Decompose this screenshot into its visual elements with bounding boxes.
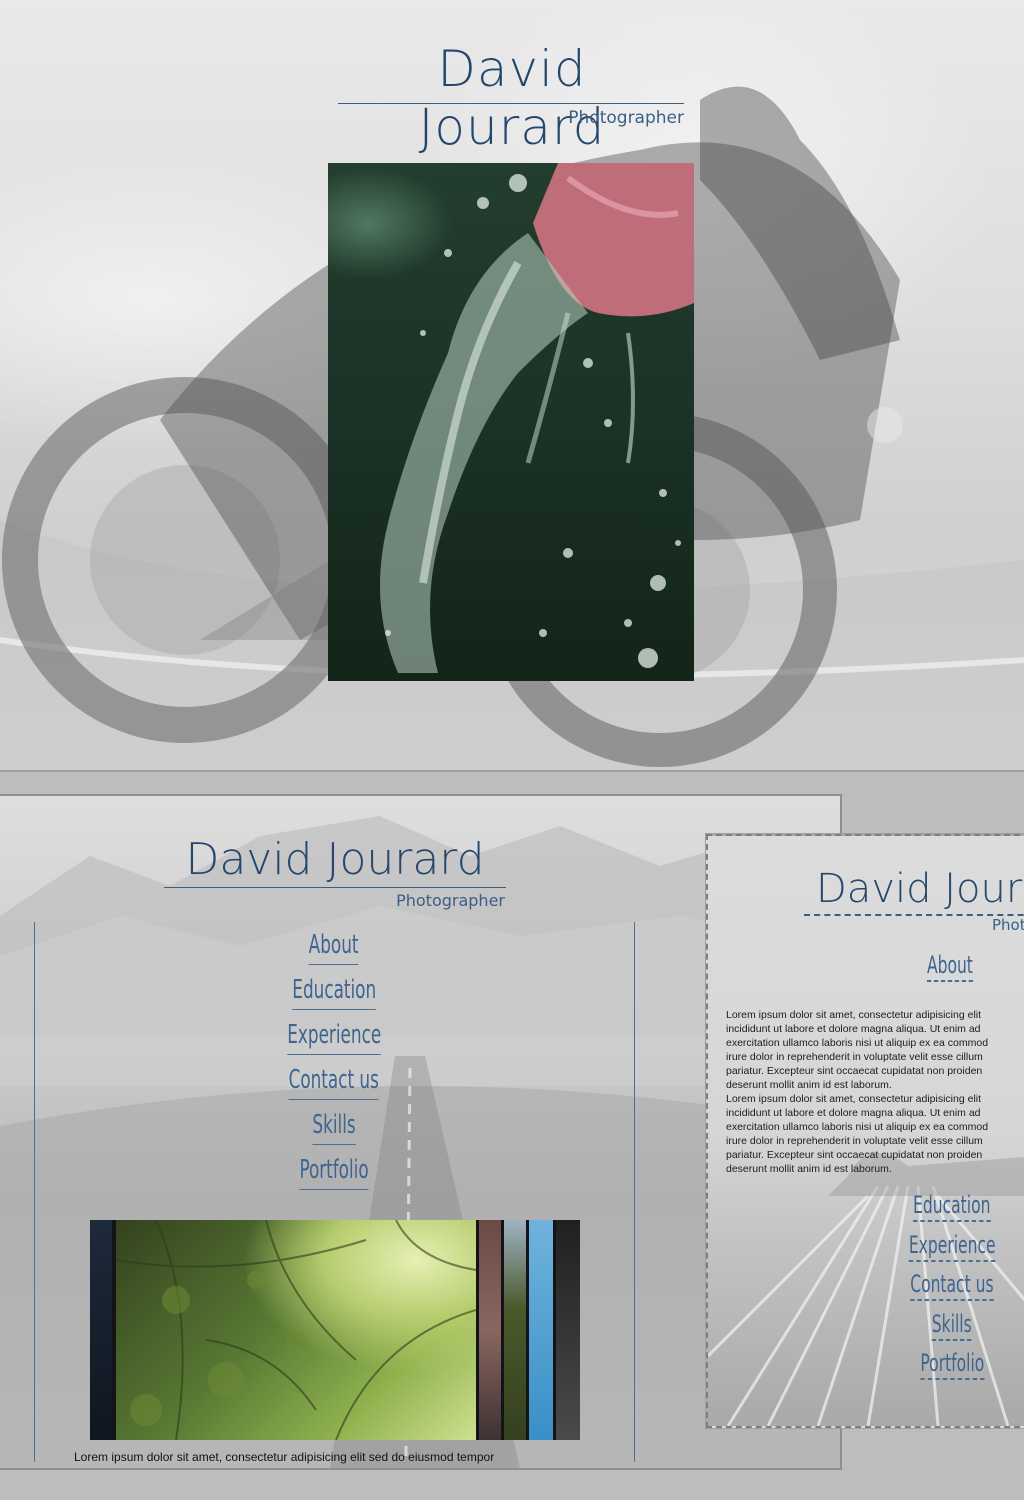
nav-item-skills[interactable]: Skills xyxy=(872,1309,1024,1349)
site-subtitle: Photographer xyxy=(568,108,684,128)
nav-link-skills[interactable]: Skills xyxy=(312,1108,356,1145)
body-line: Lorem ipsum dolor sit amet, consectetur … xyxy=(726,1009,982,1021)
site-title: David Jourard xyxy=(418,40,606,156)
body-line: incididunt ut labore et dolore magna ali… xyxy=(726,1107,981,1119)
nav-item-experience[interactable]: Experience xyxy=(234,1018,434,1063)
site-title: David Joura xyxy=(816,866,1024,912)
about-text: Lorem ipsum dolor sit amet, consectetur … xyxy=(726,1008,1024,1176)
nav-link-education[interactable]: Education xyxy=(913,1190,991,1222)
nav-link-about[interactable]: About xyxy=(309,928,359,965)
body-line: pariatur. Excepteur sint occaecat cupida… xyxy=(726,1065,983,1077)
nav-link-contact[interactable]: Contact us xyxy=(910,1269,994,1301)
body-line: deserunt mollit anim id est laborum. xyxy=(726,1163,892,1175)
nav-link-education[interactable]: Education xyxy=(292,973,376,1010)
nav-item-portfolio[interactable]: Portfolio xyxy=(872,1348,1024,1388)
title-underline xyxy=(338,103,684,104)
nav-link-portfolio[interactable]: Portfolio xyxy=(920,1348,984,1380)
forest-branches-image xyxy=(115,1219,477,1441)
gallery-thumbnail[interactable] xyxy=(556,1220,580,1440)
nav-link-contact[interactable]: Contact us xyxy=(288,1063,380,1100)
gallery-thumbnail[interactable] xyxy=(529,1220,553,1440)
gallery-main-photo[interactable] xyxy=(115,1219,477,1441)
nav-link-experience[interactable]: Experience xyxy=(287,1018,381,1055)
nav-link-experience[interactable]: Experience xyxy=(908,1230,996,1262)
body-line: pariatur. Excepteur sint occaecat cupida… xyxy=(726,1149,983,1161)
body-line: deserunt mollit anim id est laborum. xyxy=(726,1079,892,1091)
hero-mockup: David Jourard Photographer xyxy=(0,0,1024,772)
water-splash-photo xyxy=(328,163,694,681)
nav-item-about[interactable]: About xyxy=(870,950,1024,982)
nav-item-experience[interactable]: Experience xyxy=(872,1230,1024,1270)
body-line: Lorem ipsum dolor sit amet, consectetur … xyxy=(726,1093,982,1105)
site-subtitle: Photographer xyxy=(396,891,505,910)
nav-link-portfolio[interactable]: Portfolio xyxy=(299,1153,369,1190)
water-splash-image xyxy=(380,163,694,673)
body-line: irure dolor in reprehenderit in voluptat… xyxy=(726,1051,983,1063)
nav-item-education[interactable]: Education xyxy=(872,1190,1024,1230)
right-divider-line xyxy=(634,922,635,1462)
main-nav: About Education Experience Contact us Sk… xyxy=(234,928,434,1198)
body-line: irure dolor in reprehenderit in voluptat… xyxy=(726,1135,983,1147)
mobile-mockup: David Joura Phot About Lorem ipsum dolor… xyxy=(706,834,1024,1428)
nav-item-contact[interactable]: Contact us xyxy=(234,1063,434,1108)
nav-item-skills[interactable]: Skills xyxy=(234,1108,434,1153)
title-underline xyxy=(804,914,1024,916)
nav-link-skills[interactable]: Skills xyxy=(932,1309,972,1341)
site-subtitle: Phot xyxy=(992,916,1024,934)
gallery-thumbnail[interactable] xyxy=(479,1220,501,1440)
gallery-caption: Lorem ipsum dolor sit amet, consectetur … xyxy=(74,1450,495,1464)
body-line: exercitation ullamco laboris nisi ut ali… xyxy=(726,1121,989,1133)
nav-item-about[interactable]: About xyxy=(234,928,434,973)
body-line: exercitation ullamco laboris nisi ut ali… xyxy=(726,1037,989,1049)
site-title: David Jourard xyxy=(185,834,485,885)
gallery-thumbnail[interactable] xyxy=(504,1220,526,1440)
nav-link-about[interactable]: About xyxy=(927,950,973,982)
left-divider-line xyxy=(34,922,35,1462)
body-line: incididunt ut labore et dolore magna ali… xyxy=(726,1023,981,1035)
nav-item-contact[interactable]: Contact us xyxy=(872,1269,1024,1309)
gallery-thumbnail[interactable] xyxy=(90,1220,112,1440)
title-underline xyxy=(164,887,506,888)
nav-item-portfolio[interactable]: Portfolio xyxy=(234,1153,434,1198)
photo-gallery-slider[interactable] xyxy=(90,1219,580,1441)
nav-item-education[interactable]: Education xyxy=(234,973,434,1018)
mobile-nav: Education Experience Contact us Skills P… xyxy=(872,1190,1024,1388)
